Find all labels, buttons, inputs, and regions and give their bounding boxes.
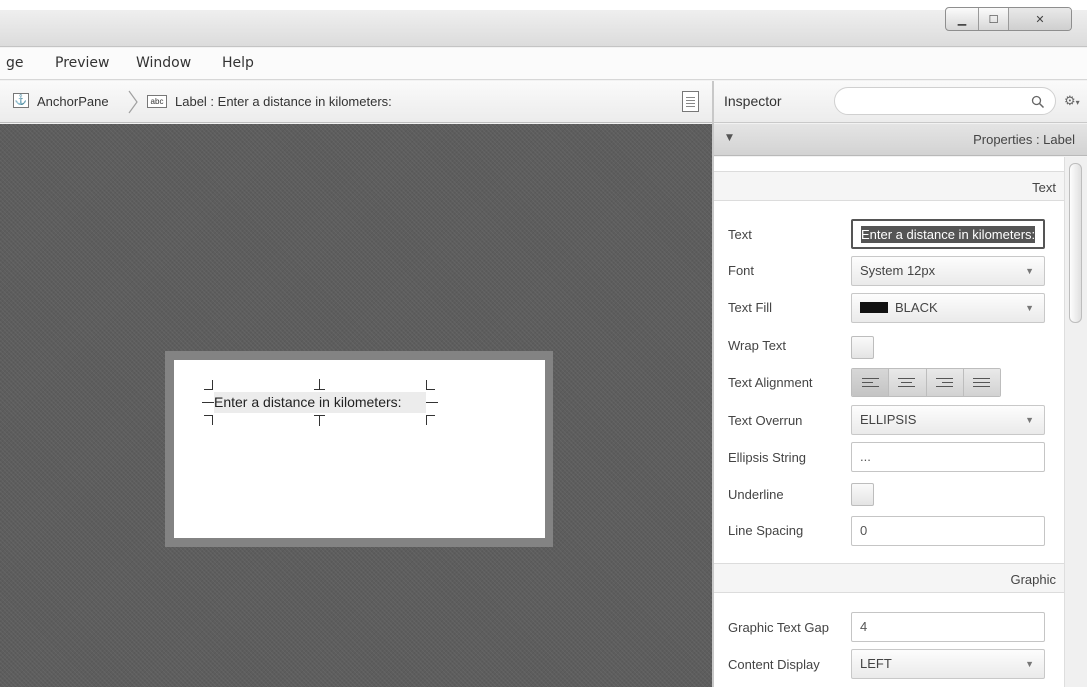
text-fill-combo[interactable]: BLACK ▼ [851, 293, 1045, 323]
section-text-title: Text [1032, 180, 1056, 195]
close-button[interactable]: ✕ [1009, 8, 1071, 30]
content-display-combo[interactable]: LEFT ▼ [851, 649, 1045, 679]
anchor-icon: ⚓ [13, 93, 29, 108]
properties-title: Properties : Label [973, 132, 1075, 147]
breadcrumb: ⚓ AnchorPane abc Label : Enter a distanc… [0, 81, 712, 123]
prop-label-ellipsis-string: Ellipsis String [728, 450, 807, 465]
properties-panel: Text Text Enter a distance in kilometers… [714, 157, 1087, 687]
prop-label-text-alignment: Text Alignment [728, 375, 813, 390]
text-field[interactable]: Enter a distance in kilometers: [851, 219, 1045, 249]
menu-item-help[interactable]: Help [222, 55, 254, 71]
prop-label-wrap-text: Wrap Text [728, 338, 787, 353]
properties-header[interactable]: ▼ Properties : Label [714, 124, 1087, 156]
selected-label[interactable]: Enter a distance in kilometers: [214, 392, 426, 413]
text-field-value: Enter a distance in kilometers: [861, 226, 1036, 243]
inspector-header: Inspector ⚙▾ [714, 81, 1087, 123]
menu-item-preview[interactable]: Preview [55, 55, 110, 71]
collapse-triangle-icon[interactable]: ▼ [726, 133, 733, 143]
prop-label-graphic-text-gap: Graphic Text Gap [728, 620, 829, 635]
breadcrumb-item-anchorpane[interactable]: AnchorPane [37, 94, 109, 109]
ellipsis-string-field[interactable]: ... [851, 442, 1045, 472]
font-combo[interactable]: System 12px ▼ [851, 256, 1045, 286]
graphic-text-gap-field[interactable]: 4 [851, 612, 1045, 642]
chevron-down-icon: ▼ [1025, 303, 1034, 313]
chevron-down-icon: ▼ [1025, 659, 1034, 669]
prop-label-content-display: Content Display [728, 657, 820, 672]
breadcrumb-item-label[interactable]: Label : Enter a distance in kilometers: [175, 94, 392, 109]
search-icon [1031, 95, 1045, 109]
text-fill-value: BLACK [895, 300, 938, 315]
menu-item-window[interactable]: Window [136, 55, 191, 71]
chevron-down-icon: ▼ [1025, 266, 1034, 276]
properties-scrollbar[interactable] [1064, 157, 1087, 687]
underline-checkbox[interactable] [851, 483, 874, 506]
content-display-value: LEFT [860, 656, 892, 671]
chevron-down-icon: ▼ [1025, 415, 1034, 425]
align-right-button[interactable] [926, 369, 964, 396]
line-spacing-field[interactable]: 0 [851, 516, 1045, 546]
section-graphic[interactable]: Graphic [714, 563, 1064, 593]
prop-label-font: Font [728, 263, 755, 278]
label-type-icon: abc [147, 95, 167, 108]
prop-label-text-fill: Text Fill [728, 300, 773, 315]
align-left-button[interactable] [852, 369, 890, 396]
prop-label-text: Text [728, 227, 752, 242]
window-titlebar: ▁ ☐ ✕ [0, 0, 1087, 47]
align-center-button[interactable] [889, 369, 927, 396]
section-graphic-title: Graphic [1010, 572, 1056, 587]
inspector-title: Inspector [724, 93, 782, 109]
color-swatch [860, 302, 888, 313]
text-overrun-value: ELLIPSIS [860, 412, 917, 427]
scrollbar-thumb[interactable] [1069, 163, 1082, 323]
wrap-text-checkbox[interactable] [851, 336, 874, 359]
document-icon[interactable] [682, 91, 699, 112]
search-input[interactable] [834, 87, 1056, 115]
window-controls: ▁ ☐ ✕ [945, 7, 1072, 31]
section-text[interactable]: Text [714, 171, 1064, 201]
text-overrun-combo[interactable]: ELLIPSIS ▼ [851, 405, 1045, 435]
menu-bar: ge Preview Window Help [0, 48, 1087, 80]
prop-label-text-overrun: Text Overrun [728, 413, 803, 428]
prop-label-line-spacing: Line Spacing [728, 523, 804, 538]
align-justify-button[interactable] [963, 369, 1000, 396]
anchorpane-content[interactable] [174, 360, 545, 538]
minimize-button[interactable]: ▁ [946, 8, 979, 30]
text-alignment-group [851, 368, 1001, 397]
font-value: System 12px [860, 263, 936, 278]
menu-item-page[interactable]: ge [6, 55, 24, 71]
gear-icon[interactable]: ⚙▾ [1064, 94, 1080, 109]
prop-label-underline: Underline [728, 487, 784, 502]
maximize-button[interactable]: ☐ [979, 8, 1009, 30]
chevron-right-icon [128, 90, 138, 114]
